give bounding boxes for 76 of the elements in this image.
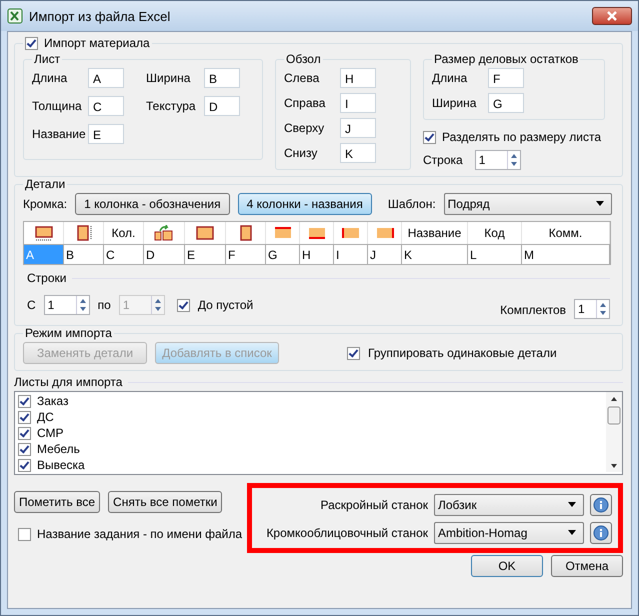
table-cell[interactable]: E bbox=[185, 244, 226, 264]
input-field[interactable]: I bbox=[340, 93, 376, 113]
field-label: Длина bbox=[432, 71, 468, 85]
field-label: Справа bbox=[284, 96, 326, 110]
dialog-button[interactable]: OK bbox=[471, 555, 543, 577]
table-cell[interactable]: M bbox=[522, 244, 610, 264]
field-label: Комплектов bbox=[500, 303, 566, 317]
field-label: Кромка: bbox=[23, 197, 68, 211]
input-field[interactable]: K bbox=[340, 143, 376, 163]
table-cell[interactable]: C bbox=[104, 244, 144, 264]
input-field[interactable]: E bbox=[88, 124, 124, 144]
group-title: Детали bbox=[24, 177, 66, 191]
group-title: Лист bbox=[33, 52, 62, 66]
field-label: Текстура bbox=[146, 99, 197, 113]
field-label: Длина bbox=[32, 71, 68, 85]
table-cell[interactable]: I bbox=[334, 244, 368, 264]
input-field[interactable]: G bbox=[488, 93, 524, 113]
table-cell[interactable]: D bbox=[144, 244, 185, 264]
checkbox-label: Разделять по размеру листа bbox=[442, 130, 601, 144]
dialog-button[interactable]: Отмена bbox=[551, 555, 623, 577]
field-label: Снизу bbox=[284, 146, 318, 160]
checkbox-label: До пустой bbox=[198, 298, 254, 312]
table-cell[interactable]: G bbox=[266, 244, 300, 264]
toggle-button[interactable]: 1 колонка - обозначения bbox=[75, 193, 230, 215]
field-label: Ширина bbox=[146, 71, 192, 85]
list-item[interactable]: СМР bbox=[37, 426, 64, 440]
checkbox-label: Группировать одинаковые детали bbox=[368, 346, 557, 360]
field-label: по bbox=[98, 298, 111, 312]
group-title: Размер деловых остатков bbox=[433, 52, 580, 66]
section-title: Строки bbox=[27, 271, 66, 285]
mark-button[interactable]: Пометить все bbox=[14, 491, 100, 513]
checkbox-label: Название задания - по имени файла bbox=[37, 527, 242, 541]
toggle-button[interactable]: 4 колонки - названия bbox=[238, 193, 372, 215]
table-cell[interactable]: K bbox=[402, 244, 468, 264]
dropdown[interactable]: Подряд bbox=[444, 193, 612, 215]
field-label: Раскройный станок bbox=[320, 498, 428, 512]
dropdown[interactable]: Лобзик bbox=[434, 494, 584, 516]
table-cell[interactable]: L bbox=[468, 244, 522, 264]
input-field[interactable]: J bbox=[340, 118, 376, 138]
field-label: Название bbox=[32, 127, 87, 141]
table-cell[interactable]: B bbox=[64, 244, 104, 264]
field-label: Кромкооблицовочный станок bbox=[266, 526, 428, 540]
spin-box[interactable]: 1 bbox=[574, 299, 610, 319]
list-item[interactable]: Заказ bbox=[37, 394, 68, 408]
field-label: Строка bbox=[423, 153, 463, 167]
column-header[interactable]: Название bbox=[402, 222, 468, 244]
window-title: Импорт из файла Excel bbox=[29, 8, 170, 24]
section-title: Листы для импорта bbox=[14, 375, 122, 389]
dropdown[interactable]: Ambition-Homag bbox=[434, 522, 584, 544]
input-field[interactable]: C bbox=[88, 96, 124, 116]
list-item[interactable]: Вывеска bbox=[37, 458, 85, 472]
field-label: Сверху bbox=[284, 121, 326, 135]
field-label: Ширина bbox=[432, 96, 478, 110]
column-header[interactable]: Комм. bbox=[522, 222, 610, 244]
group-title: Режим импорта bbox=[24, 326, 113, 340]
checkbox-label: Импорт материала bbox=[44, 36, 150, 50]
table-cell[interactable]: F bbox=[226, 244, 266, 264]
field-label: Шаблон: bbox=[388, 197, 436, 211]
group-title: Обзол bbox=[285, 52, 322, 66]
mark-button[interactable]: Снять все пометки bbox=[108, 491, 222, 513]
column-header[interactable]: Код bbox=[468, 222, 522, 244]
spin-box[interactable]: 1 bbox=[44, 295, 90, 315]
column-header[interactable]: Кол. bbox=[104, 222, 144, 244]
input-field[interactable]: A bbox=[88, 68, 124, 88]
field-label: Толщина bbox=[32, 99, 83, 113]
table-cell[interactable]: H bbox=[300, 244, 334, 264]
field-label: Слева bbox=[284, 71, 320, 85]
list-item[interactable]: Мебель bbox=[37, 442, 80, 456]
input-field[interactable]: F bbox=[488, 68, 524, 88]
list-item[interactable]: ДС bbox=[37, 410, 54, 424]
input-field[interactable]: H bbox=[340, 68, 376, 88]
input-field[interactable]: D bbox=[204, 96, 240, 116]
field-label: С bbox=[27, 298, 36, 312]
input-field[interactable]: B bbox=[204, 68, 240, 88]
table-cell[interactable]: J bbox=[368, 244, 402, 264]
spin-box[interactable]: 1 bbox=[474, 150, 521, 170]
